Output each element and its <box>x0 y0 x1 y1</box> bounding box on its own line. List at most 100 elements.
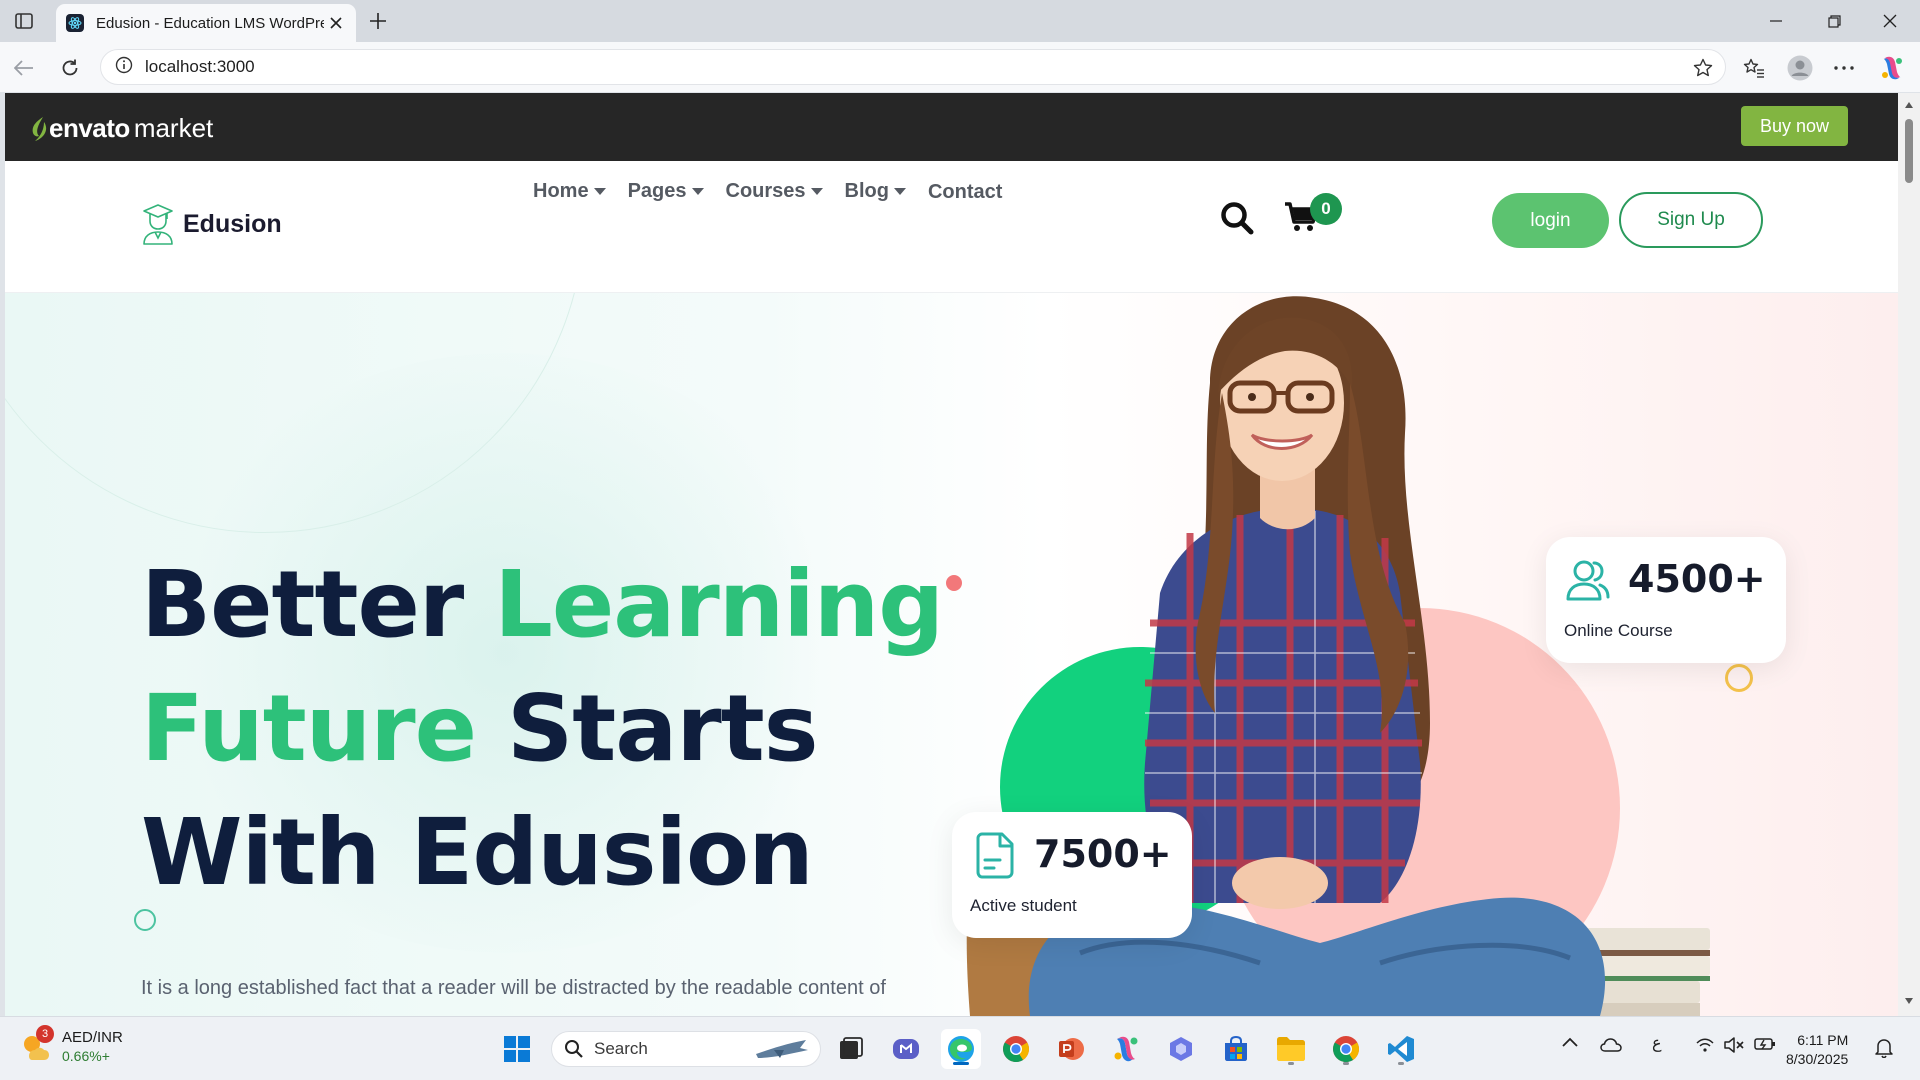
envato-leaf-icon <box>32 116 47 141</box>
react-favicon-icon <box>66 14 84 32</box>
hero-title-learning: Learning <box>494 551 944 658</box>
main-nav: Home Pages Courses Blog Contact <box>533 179 1024 204</box>
caret-down-icon <box>810 188 823 195</box>
nav-contact-label: Contact <box>927 181 1003 203</box>
clock-date: 8/30/2025 <box>1786 1051 1849 1067</box>
hero-title-starts: Starts <box>476 675 818 782</box>
page-viewport: envato market Buy now Edusion Home Pages <box>5 93 1898 1016</box>
edge-active-indicator <box>953 1062 969 1065</box>
search-placeholder: Search <box>594 1039 648 1058</box>
task-view-icon <box>840 1037 863 1059</box>
scroll-down-icon[interactable] <box>1903 995 1915 1007</box>
meet-app-button[interactable] <box>886 1029 926 1069</box>
file-explorer-button[interactable] <box>1271 1029 1311 1069</box>
scroll-up-icon[interactable] <box>1903 99 1915 111</box>
login-button[interactable]: login <box>1492 193 1609 248</box>
hero-subtitle: It is a long established fact that a rea… <box>141 977 886 999</box>
tab-title: Edusion - Education LMS WordPress Theme <box>96 14 324 32</box>
vscode-running-indicator <box>1398 1062 1404 1065</box>
nav-home-label: Home <box>533 180 589 202</box>
profile-avatar-icon[interactable] <box>1784 52 1816 84</box>
address-bar-row: localhost:3000 <box>0 42 1920 92</box>
browser-tab-active[interactable]: Edusion - Education LMS WordPress Theme <box>56 4 356 42</box>
notification-badge: 3 <box>36 1025 54 1043</box>
page-scrollbar[interactable] <box>1898 93 1920 1016</box>
nav-pages[interactable]: Pages <box>628 180 704 203</box>
graduate-logo-icon <box>143 204 173 245</box>
new-tab-icon[interactable] <box>364 8 392 34</box>
search-icon <box>565 1040 583 1058</box>
users-icon <box>1564 557 1612 610</box>
tray-overflow-chevron-icon[interactable] <box>1562 1037 1578 1047</box>
folder-icon <box>1277 1037 1305 1061</box>
favorites-icon[interactable] <box>1738 52 1770 84</box>
nav-courses-label: Courses <box>725 180 806 202</box>
nav-home[interactable]: Home <box>533 180 606 203</box>
caret-down-icon <box>691 188 704 195</box>
input-language-indicator[interactable]: ع <box>1652 1033 1662 1053</box>
copilot-icon <box>1114 1036 1138 1062</box>
restore-icon[interactable] <box>1806 0 1862 42</box>
start-button[interactable] <box>497 1029 537 1069</box>
hero-section: Better Learning Future Starts With Edusi… <box>5 293 1898 1016</box>
gem-app-icon <box>1170 1037 1192 1061</box>
battery-charging-icon[interactable] <box>1754 1037 1776 1051</box>
reload-icon[interactable] <box>54 52 86 84</box>
search-icon[interactable] <box>1220 201 1254 240</box>
url-bar[interactable]: localhost:3000 <box>100 49 1726 85</box>
notification-bell-icon[interactable] <box>1875 1038 1893 1058</box>
hero-title-with-edusion: With Edusion <box>141 799 814 906</box>
site-info-icon[interactable] <box>115 56 133 79</box>
minimize-icon[interactable] <box>1748 0 1804 42</box>
browser-tab-bar: Edusion - Education LMS WordPress Theme <box>0 0 1920 42</box>
close-window-icon[interactable] <box>1862 0 1918 42</box>
envato-logo[interactable]: envato market <box>29 113 213 144</box>
chrome-app-button[interactable] <box>996 1029 1036 1069</box>
weather-widget[interactable]: 3 AED/INR 0.66%+ <box>20 1025 123 1065</box>
caret-down-icon <box>893 188 906 195</box>
copilot-app-button[interactable] <box>1106 1029 1146 1069</box>
volume-muted-icon[interactable] <box>1724 1037 1744 1053</box>
caret-down-icon <box>593 188 606 195</box>
market-wordmark: market <box>133 113 214 143</box>
store-icon <box>1225 1035 1247 1061</box>
buy-now-button[interactable]: Buy now <box>1741 106 1848 146</box>
back-icon[interactable] <box>8 52 40 84</box>
powerpoint-app-button[interactable] <box>1051 1029 1091 1069</box>
vscode-icon <box>1388 1036 1414 1062</box>
sidebar-toggle-icon[interactable] <box>10 8 38 34</box>
powerpoint-icon <box>1059 1038 1084 1060</box>
windows-logo-icon <box>504 1036 530 1062</box>
edge-app-button[interactable] <box>941 1029 981 1069</box>
nav-contact[interactable]: Contact <box>928 181 1002 204</box>
taskbar-clock[interactable]: 6:11 PM 8/30/2025 <box>1786 1031 1848 1069</box>
site-header: Edusion Home Pages Courses Blog Contact <box>5 161 1898 293</box>
hero-title-better: Better <box>141 551 495 658</box>
signup-button[interactable]: Sign Up <box>1619 192 1763 248</box>
site-brand[interactable]: Edusion <box>141 203 282 245</box>
nav-blog[interactable]: Blog <box>845 180 906 203</box>
onedrive-cloud-icon[interactable] <box>1600 1037 1622 1053</box>
brand-name: Edusion <box>183 209 282 238</box>
taskbar-search[interactable]: Search <box>551 1031 821 1067</box>
decor-ring-small <box>134 909 156 931</box>
nav-courses[interactable]: Courses <box>726 180 823 203</box>
envato-wordmark: envato <box>49 113 130 143</box>
online-course-card: 4500+ Online Course <box>1546 537 1786 663</box>
more-options-icon[interactable] <box>1828 52 1860 84</box>
online-course-count: 4500+ <box>1628 557 1766 601</box>
nav-pages-label: Pages <box>627 180 687 202</box>
active-student-label: Active student <box>970 896 1077 915</box>
photos-app-button[interactable] <box>1161 1029 1201 1069</box>
wifi-icon[interactable] <box>1696 1037 1714 1053</box>
chrome-icon <box>1003 1036 1029 1063</box>
task-view-button[interactable] <box>831 1029 871 1069</box>
favorite-star-icon[interactable] <box>1691 56 1715 80</box>
url-text[interactable]: localhost:3000 <box>145 57 255 77</box>
chrome-app-button-2[interactable] <box>1326 1029 1366 1069</box>
store-app-button[interactable] <box>1216 1029 1256 1069</box>
vscode-app-button[interactable] <box>1381 1029 1421 1069</box>
copilot-icon[interactable] <box>1876 52 1908 84</box>
tab-close-icon[interactable] <box>326 13 346 33</box>
scrollbar-thumb[interactable] <box>1905 119 1913 183</box>
